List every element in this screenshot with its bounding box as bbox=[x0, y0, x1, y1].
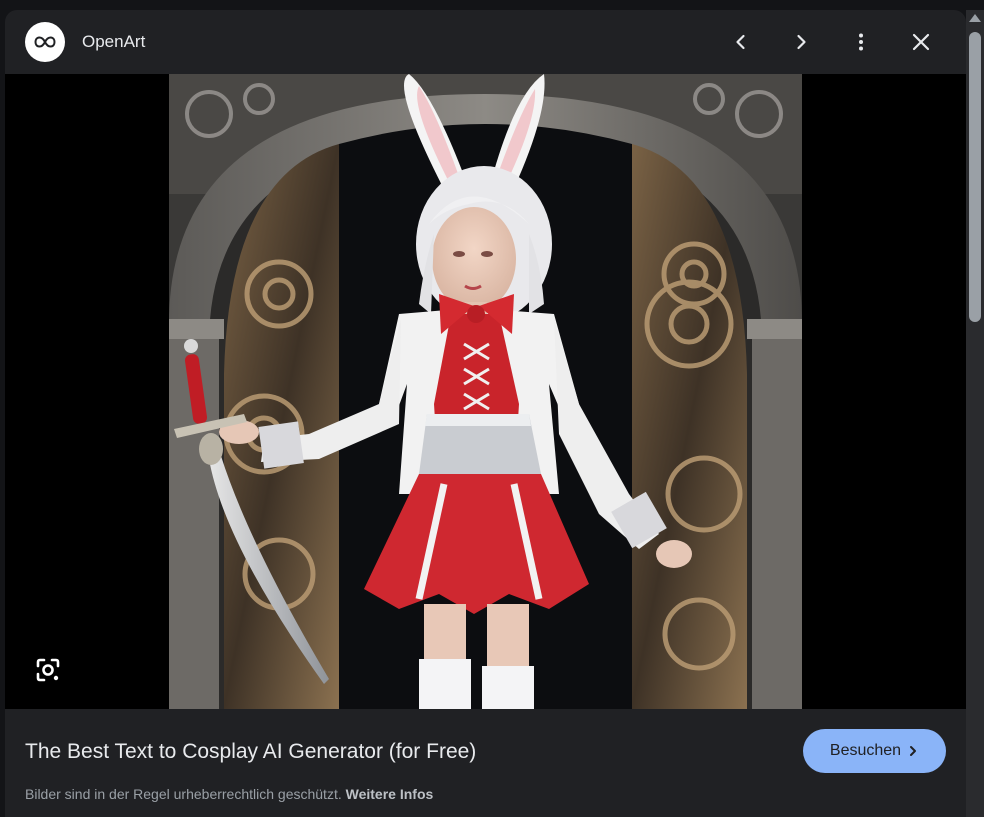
more-options-button[interactable] bbox=[841, 22, 881, 62]
chevron-right-icon bbox=[797, 34, 806, 50]
infinity-icon bbox=[34, 36, 56, 48]
more-vert-icon bbox=[859, 33, 863, 51]
next-button[interactable] bbox=[781, 22, 821, 62]
preview-image[interactable] bbox=[169, 74, 802, 709]
scrollbar[interactable] bbox=[966, 10, 984, 817]
previous-button[interactable] bbox=[721, 22, 761, 62]
scroll-up-arrow-icon[interactable] bbox=[969, 14, 981, 22]
site-logo[interactable] bbox=[25, 22, 65, 62]
close-icon bbox=[912, 33, 930, 51]
lens-search-button[interactable] bbox=[32, 654, 64, 686]
copyright-notice: Bilder sind in der Regel urheberrechtlic… bbox=[25, 785, 433, 803]
viewer-header: OpenArt bbox=[5, 10, 966, 74]
lens-search-icon bbox=[36, 658, 60, 682]
image-viewer-panel: OpenArt The Best Text to Cosplay AI Gene… bbox=[5, 10, 966, 817]
copyright-text: Bilder sind in der Regel urheberrechtlic… bbox=[25, 786, 342, 802]
scrollbar-thumb[interactable] bbox=[969, 32, 981, 322]
site-name[interactable]: OpenArt bbox=[82, 30, 145, 54]
chevron-right-icon bbox=[910, 746, 917, 756]
more-info-link[interactable]: Weitere Infos bbox=[346, 786, 434, 802]
image-title[interactable]: The Best Text to Cosplay AI Generator (f… bbox=[25, 738, 476, 766]
image-preview-area bbox=[5, 74, 966, 709]
visit-button-label: Besuchen bbox=[829, 742, 902, 759]
chevron-left-icon bbox=[736, 34, 745, 50]
image-info-footer: The Best Text to Cosplay AI Generator (f… bbox=[5, 709, 966, 817]
visit-button[interactable]: Besuchen bbox=[803, 729, 946, 773]
close-button[interactable] bbox=[901, 22, 941, 62]
